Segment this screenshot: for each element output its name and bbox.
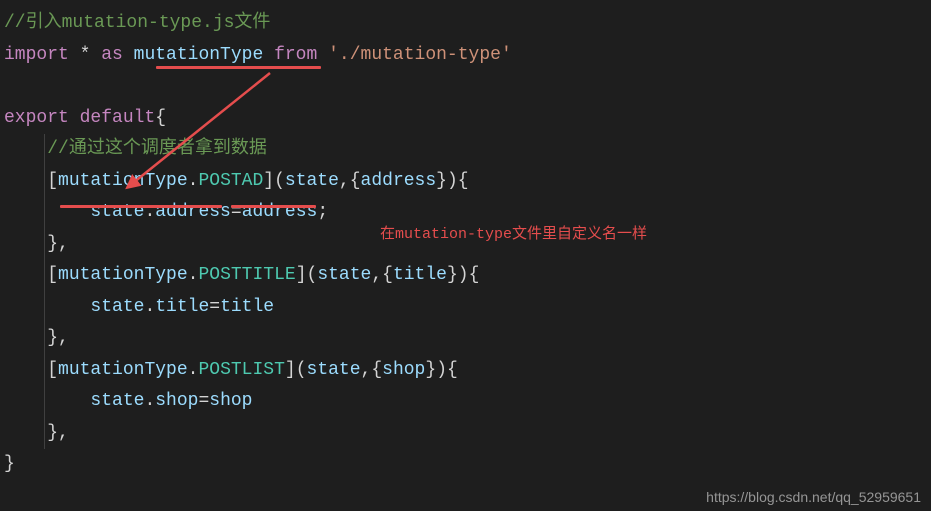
star: * (69, 45, 101, 65)
code-line-9: [mutationType.POSTTITLE](state,{title}){ (4, 260, 931, 292)
keyword-as: as (101, 45, 123, 65)
code-line-1: //引入mutation-type.js文件 (4, 8, 931, 40)
watermark-text: https://blog.csdn.net/qq_52959651 (706, 489, 921, 505)
code-line-15: } (4, 449, 931, 481)
code-line-10: state.title=title (4, 292, 931, 324)
code-line-11: }, (4, 323, 931, 355)
prop-POSTTITLE: POSTTITLE (198, 265, 295, 285)
keyword-from: from (274, 45, 317, 65)
underline-annotation-3 (231, 205, 316, 208)
brace-open: { (155, 108, 166, 128)
underline-annotation-2 (60, 205, 222, 208)
keyword-import: import (4, 45, 69, 65)
code-line-6: [mutationType.POSTAD](state,{address}){ (4, 166, 931, 198)
comment-text: //引入mutation-type.js文件 (4, 13, 270, 33)
code-line-4: export default{ (4, 103, 931, 135)
keyword-export: export (4, 108, 69, 128)
comment-text-2: //通过这个调度者拿到数据 (47, 139, 267, 159)
code-line-blank (4, 71, 931, 103)
ident-mutationType: mutationType (134, 45, 264, 65)
underline-annotation-1 (156, 66, 321, 69)
keyword-default: default (80, 108, 156, 128)
code-line-5: //通过这个调度者拿到数据 (4, 134, 931, 166)
code-line-12: [mutationType.POSTLIST](state,{shop}){ (4, 355, 931, 387)
code-line-13: state.shop=shop (4, 386, 931, 418)
code-line-14: }, (4, 418, 931, 450)
code-line-2: import * as mutationType from './mutatio… (4, 40, 931, 72)
prop-POSTAD: POSTAD (198, 171, 263, 191)
string-path: './mutation-type' (328, 45, 512, 65)
prop-POSTLIST: POSTLIST (198, 360, 284, 380)
annotation-text: 在mutation-type文件里自定义名一样 (380, 222, 647, 243)
ident-mutationType: mutationType (58, 171, 188, 191)
